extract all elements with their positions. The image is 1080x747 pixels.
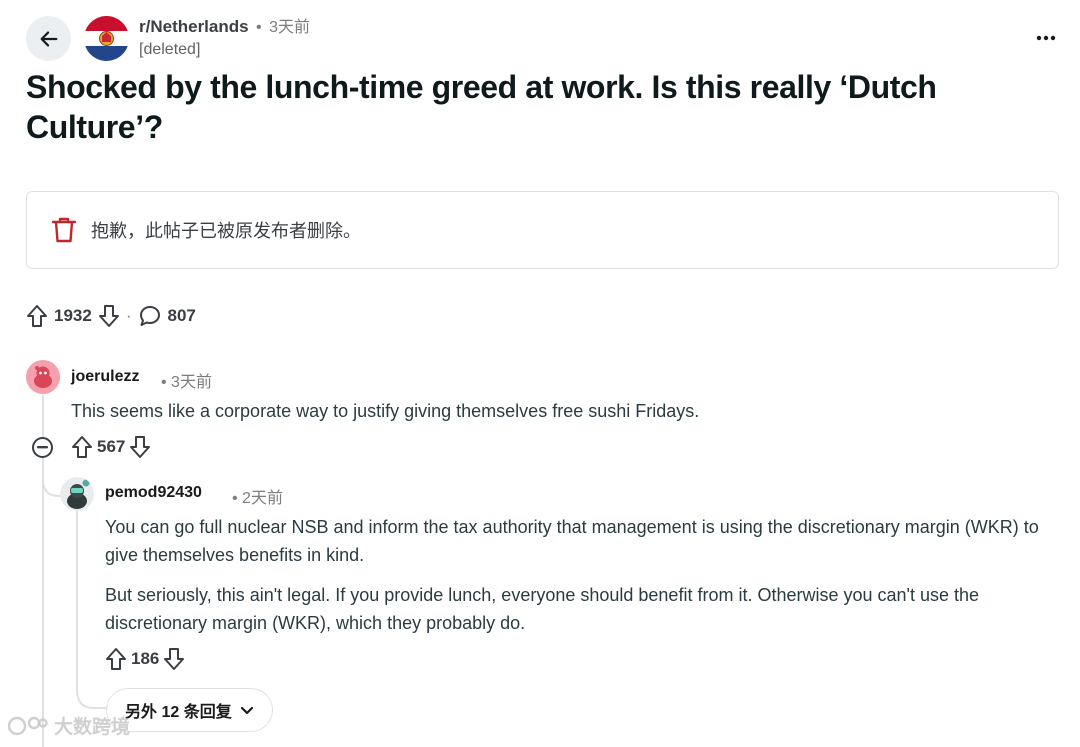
arrow-down-icon — [164, 648, 185, 670]
arrow-up-icon — [27, 305, 47, 327]
more-horizontal-icon — [1036, 35, 1056, 41]
downvote-button[interactable] — [163, 647, 185, 671]
comments-button[interactable] — [138, 304, 162, 328]
meta-separator: • — [256, 19, 262, 36]
post-meta: r/Netherlands • 3天前 [deleted] — [139, 16, 310, 61]
deleted-notice: 抱歉，此帖子已被原发布者删除。 — [26, 191, 1059, 269]
action-separator: · — [125, 306, 132, 325]
comment-body-paragraph: You can go full nuclear NSB and inform t… — [105, 517, 1039, 565]
watermark-logo-icon — [8, 716, 48, 735]
arrow-up-icon — [106, 648, 126, 670]
more-options-button[interactable] — [1034, 26, 1058, 50]
arrow-up-icon — [72, 436, 92, 458]
downvote-button[interactable] — [129, 435, 151, 459]
minus-circle-icon — [37, 446, 48, 449]
comment-bubble-icon — [139, 306, 160, 326]
comment-username[interactable]: pemod92430 — [105, 484, 202, 502]
comment-vote-count: 186 — [131, 649, 160, 668]
avatar[interactable] — [26, 360, 60, 394]
chevron-down-icon — [240, 706, 253, 714]
deleted-notice-text: 抱歉，此帖子已被原发布者删除。 — [91, 221, 361, 241]
comment-vote-count: 567 — [97, 437, 126, 456]
upvote-button[interactable] — [71, 435, 93, 459]
comment-body-paragraph: But seriously, this ain't legal. If you … — [105, 585, 980, 633]
more-connector — [76, 676, 108, 709]
post-author: [deleted] — [139, 41, 201, 58]
comment-body: This seems like a corporate way to justi… — [71, 401, 700, 421]
arrow-down-icon — [130, 436, 151, 458]
arrow-down-icon — [98, 305, 119, 327]
watermark: 大数跨境 — [8, 712, 130, 739]
thread-line-reply — [76, 510, 78, 692]
comment-time: • 2天前 — [232, 490, 283, 507]
upvote-button[interactable] — [26, 304, 48, 328]
trash-icon — [51, 217, 77, 243]
reddit-post-page: r/Netherlands • 3天前 [deleted] Shocked by… — [0, 0, 1080, 747]
comment-time: • 3天前 — [161, 374, 212, 391]
more-replies-button[interactable]: 另外 12 条回复 — [106, 688, 273, 732]
more-replies-label: 另外 12 条回复 — [125, 704, 232, 721]
post-time: 3天前 — [269, 19, 311, 36]
back-button[interactable] — [26, 16, 71, 61]
subreddit-name[interactable]: r/Netherlands — [139, 17, 249, 36]
subreddit-avatar[interactable] — [84, 16, 129, 61]
upvote-button[interactable] — [105, 647, 127, 671]
watermark-text: 大数跨境 — [54, 717, 131, 738]
avatar[interactable] — [60, 477, 94, 511]
collapse-thread-button[interactable] — [32, 437, 53, 458]
post-title: Shocked by the lunch-time greed at work.… — [26, 69, 937, 145]
arrow-left-icon — [40, 30, 57, 47]
comment-action-bar: 567 — [71, 435, 151, 459]
downvote-button[interactable] — [98, 304, 120, 328]
post-action-bar: 1932 · 807 — [26, 302, 196, 330]
comment-action-bar: 186 — [105, 647, 185, 671]
comment-count: 807 — [167, 306, 196, 325]
comment-username[interactable]: joerulezz — [71, 368, 139, 386]
post-vote-count: 1932 — [54, 306, 92, 325]
